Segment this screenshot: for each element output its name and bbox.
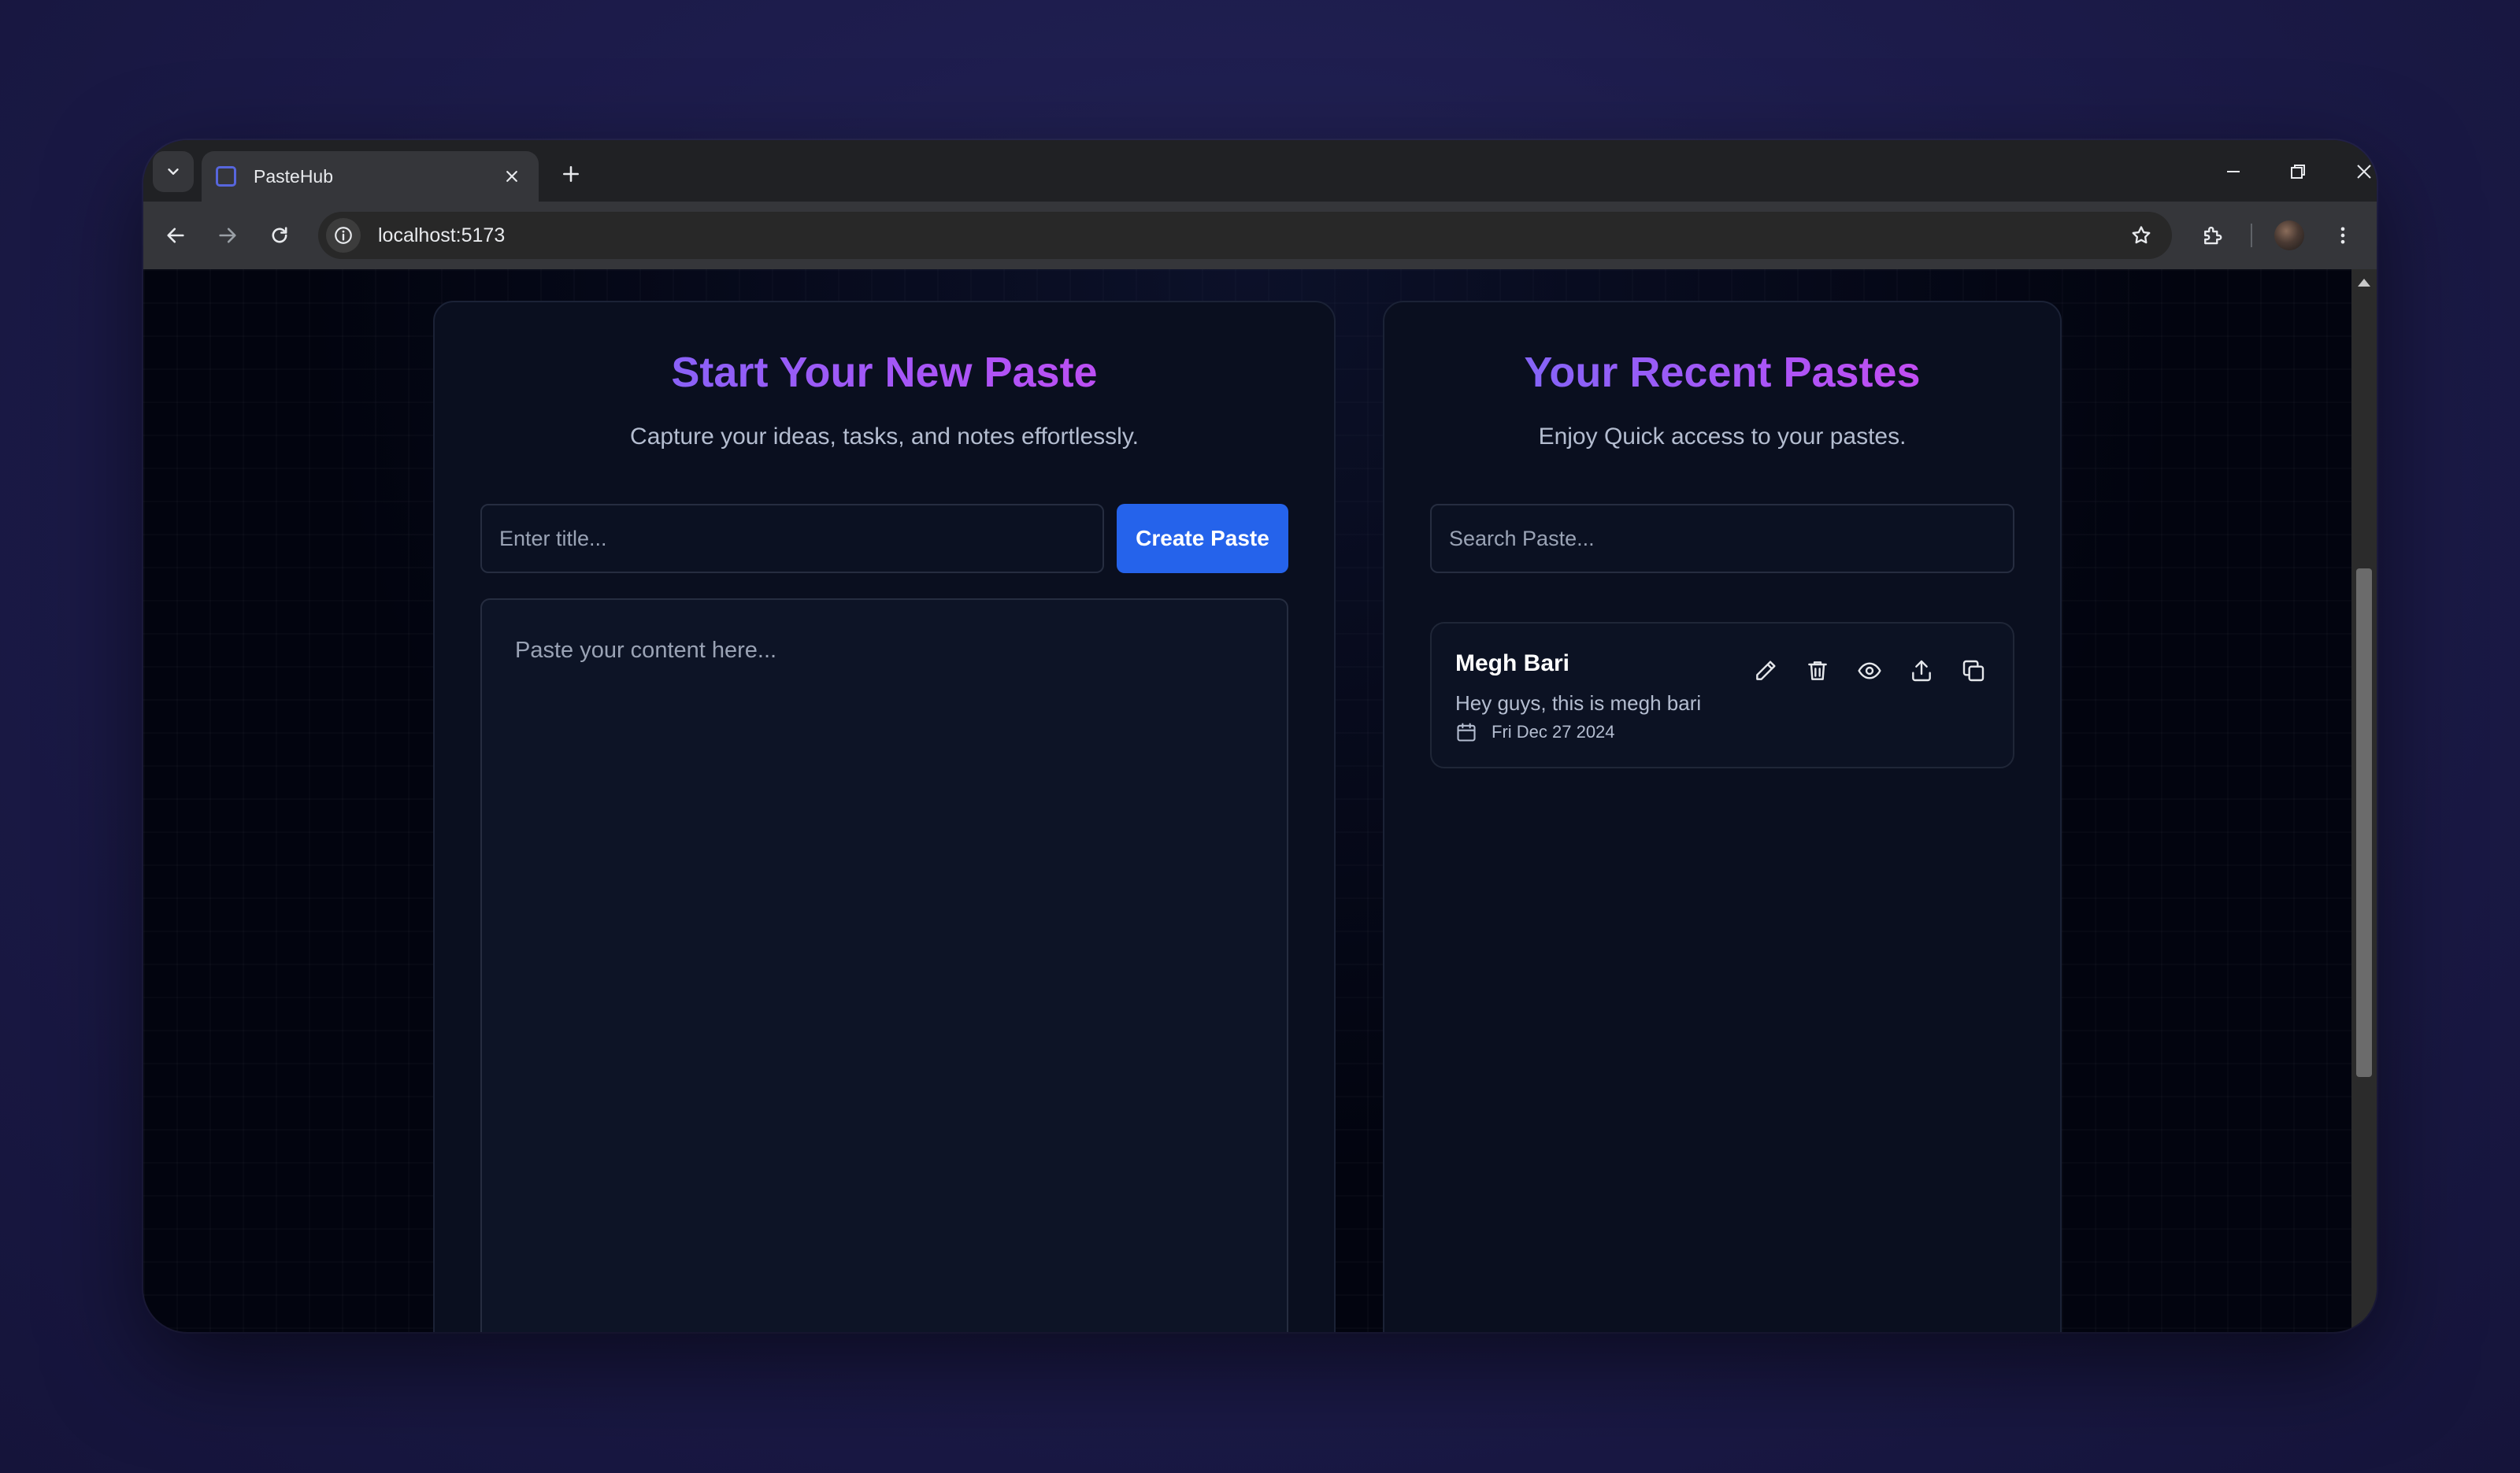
- forward-arrow-icon[interactable]: [209, 217, 246, 254]
- recent-subtitle: Enjoy Quick access to your pastes.: [1538, 424, 1907, 450]
- page-viewport: Start Your New Paste Capture your ideas,…: [143, 269, 2351, 1332]
- edit-icon[interactable]: [1748, 653, 1783, 688]
- create-subtitle: Capture your ideas, tasks, and notes eff…: [630, 424, 1139, 450]
- browser-toolbar: localhost:5173: [143, 202, 2377, 269]
- create-paste-button[interactable]: Create Paste: [1117, 504, 1288, 573]
- url-text[interactable]: localhost:5173: [378, 224, 2123, 247]
- tab-search-icon[interactable]: [153, 151, 194, 192]
- plus-icon[interactable]: [553, 156, 589, 192]
- recent-title: Your Recent Pastes: [1384, 348, 2060, 397]
- favicon-icon: [216, 166, 236, 187]
- more-vert-icon[interactable]: [2325, 217, 2361, 254]
- scroll-thumb[interactable]: [2356, 568, 2372, 1077]
- profile-avatar[interactable]: [2274, 220, 2304, 250]
- title-input[interactable]: [480, 504, 1104, 573]
- paste-title: Megh Bari: [1455, 650, 1570, 676]
- content-textarea[interactable]: [480, 598, 1288, 1332]
- paste-content: Hey guys, this is megh bari: [1455, 691, 1702, 715]
- paste-date-row: Fri Dec 27 2024: [1455, 721, 1615, 743]
- share-icon[interactable]: [1904, 653, 1939, 688]
- paste-actions: [1748, 653, 1991, 688]
- window-close-icon[interactable]: [2340, 151, 2377, 192]
- extensions-icon[interactable]: [2194, 217, 2230, 254]
- paste-date: Fri Dec 27 2024: [1492, 722, 1615, 742]
- reload-icon[interactable]: [261, 217, 298, 254]
- minimize-icon[interactable]: [2210, 151, 2257, 192]
- tab-strip: PasteHub: [143, 140, 2377, 202]
- tab-pastehub[interactable]: PasteHub: [202, 151, 539, 202]
- view-icon[interactable]: [1852, 653, 1887, 688]
- site-info-icon[interactable]: [326, 218, 361, 253]
- browser-window: PasteHub localhost:5173 Start Your New P…: [143, 140, 2377, 1332]
- search-input[interactable]: [1430, 504, 2014, 573]
- tab-title: PasteHub: [254, 165, 334, 187]
- delete-icon[interactable]: [1800, 653, 1835, 688]
- create-paste-panel: Start Your New Paste Capture your ideas,…: [433, 301, 1336, 1332]
- scroll-up-arrow[interactable]: [2358, 279, 2370, 287]
- calendar-icon: [1457, 723, 1476, 742]
- close-icon[interactable]: [499, 164, 524, 189]
- restore-icon[interactable]: [2274, 151, 2322, 192]
- paste-card[interactable]: Megh Bari Hey guys, this is megh bari Fr…: [1430, 622, 2014, 768]
- recent-pastes-panel: Your Recent Pastes Enjoy Quick access to…: [1383, 301, 2062, 1332]
- back-arrow-icon[interactable]: [158, 217, 194, 254]
- toolbar-divider: [2251, 224, 2252, 247]
- create-title: Start Your New Paste: [435, 348, 1334, 397]
- address-bar[interactable]: localhost:5173: [318, 212, 2172, 259]
- page-scrollbar[interactable]: [2351, 269, 2377, 1332]
- star-icon[interactable]: [2123, 217, 2159, 254]
- copy-icon[interactable]: [1956, 653, 1991, 688]
